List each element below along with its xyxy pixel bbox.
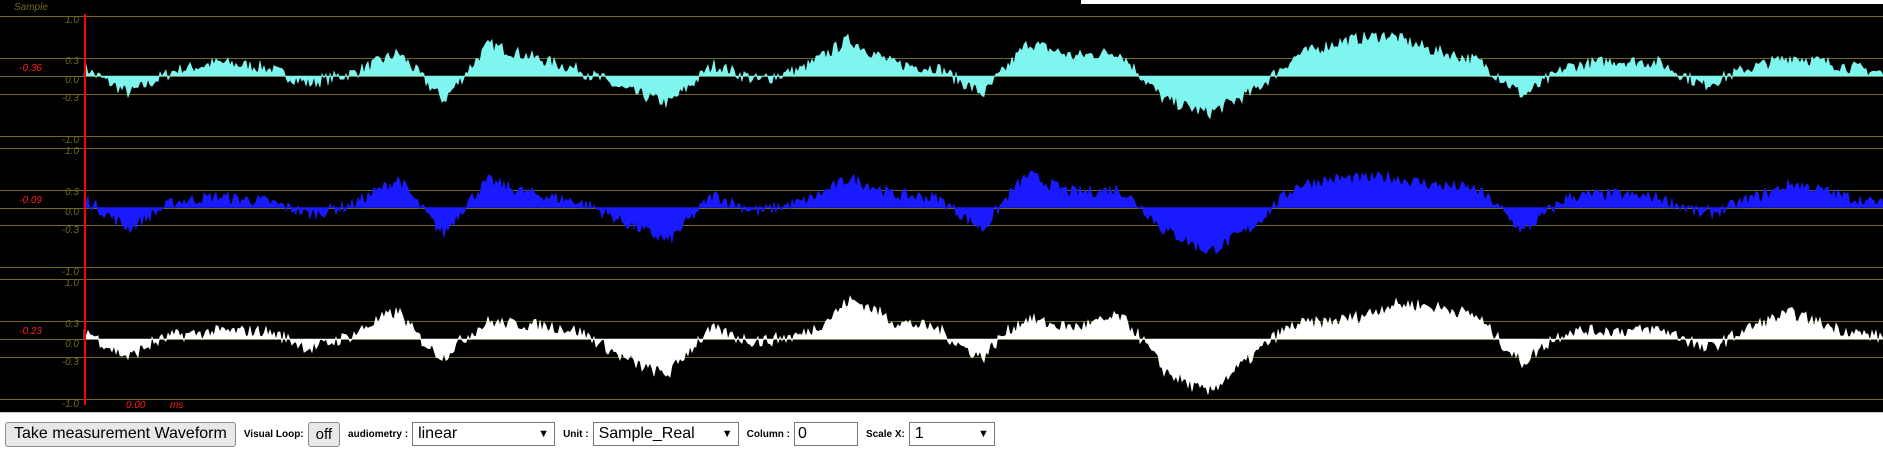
unit-value: Sample_Real	[598, 425, 695, 442]
column-input[interactable]: 0	[793, 422, 858, 446]
waveform-canvas[interactable]	[0, 0, 1883, 412]
audiometry-label: audiometry :	[348, 428, 409, 440]
ch2-readout: -0.09	[19, 195, 42, 206]
unit-select[interactable]: Sample_Real ▼	[592, 422, 739, 446]
ch1-tick-1: 1.0	[65, 15, 79, 26]
ch3-tick-4: -0.3	[61, 357, 79, 368]
unit-label: Unit :	[563, 428, 589, 440]
waveform-scope[interactable]: Sample 1.0 0.3 0.0 -0.3 -1.0 -0.36 1.0 0…	[0, 0, 1883, 412]
scope-top-edge	[1081, 0, 1883, 4]
time-value: 0.00	[126, 400, 146, 411]
ch2-tick-5: -1.0	[61, 267, 79, 278]
chevron-down-icon: ▼	[721, 428, 733, 440]
scale-x-select[interactable]: 1 ▼	[908, 422, 995, 446]
visual-loop-toggle[interactable]: off	[307, 421, 341, 447]
scale-x-label: Scale X:	[865, 428, 905, 440]
ch2-tick-3: 0.0	[65, 207, 79, 218]
ch2-tick-1: 1.0	[65, 146, 79, 157]
waveform-ch3	[83, 295, 1883, 395]
ch3-tick-1: 1.0	[65, 278, 79, 289]
toolbar: Take measurement Waveform Visual Loop: o…	[0, 412, 1883, 455]
ch1-tick-4: -0.3	[61, 93, 79, 104]
ch2-tick-4: -0.3	[61, 225, 79, 236]
ch3-tick-3: 0.0	[65, 339, 79, 350]
ch1-tick-3: 0.0	[65, 75, 79, 86]
visual-loop-label: Visual Loop:	[243, 428, 304, 440]
ch3-readout: -0.23	[19, 326, 42, 337]
ch3-tick-2: 0.3	[65, 319, 79, 330]
waveform-ch2	[83, 170, 1883, 255]
scope-header-label: Sample	[14, 2, 48, 13]
waveform-ch1	[83, 31, 1883, 120]
ch3-tick-5: -1.0	[61, 399, 79, 410]
ch2-tick-2: 0.3	[65, 187, 79, 198]
chevron-down-icon: ▼	[977, 428, 989, 440]
audiometry-select[interactable]: linear ▼	[412, 422, 556, 446]
column-label: Column :	[746, 428, 790, 440]
chevron-down-icon: ▼	[538, 428, 550, 440]
time-unit: ms	[170, 400, 184, 411]
audiometry-value: linear	[418, 425, 458, 442]
ch1-tick-5: -1.0	[61, 135, 79, 146]
take-measurement-button[interactable]: Take measurement Waveform	[5, 421, 236, 447]
ch1-readout: -0.36	[19, 63, 42, 74]
ch1-tick-2: 0.3	[65, 56, 79, 67]
scale-x-value: 1	[914, 425, 924, 442]
